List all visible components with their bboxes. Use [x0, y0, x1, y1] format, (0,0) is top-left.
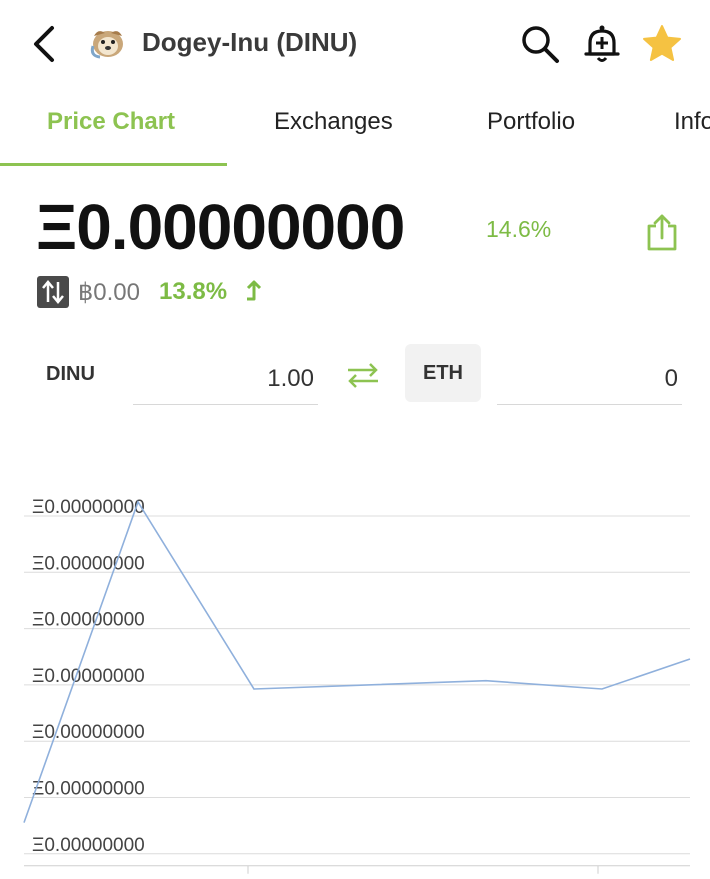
tab-exchanges[interactable]: Exchanges: [274, 108, 393, 136]
to-currency-label: ETH: [423, 362, 463, 384]
y-tick-label: Ξ0.00000000: [32, 497, 145, 518]
currency-toggle-button[interactable]: [37, 276, 69, 308]
y-tick-label: Ξ0.00000000: [32, 835, 145, 856]
trend-up-icon: [244, 279, 262, 303]
y-tick-label: Ξ0.00000000: [32, 610, 145, 631]
search-button[interactable]: [518, 22, 562, 66]
to-currency-selector[interactable]: ETH: [405, 344, 481, 402]
share-button[interactable]: [644, 212, 680, 252]
tab-portfolio[interactable]: Portfolio: [487, 108, 575, 136]
price-change-percent: 14.6%: [486, 216, 552, 242]
y-tick-label: Ξ0.00000000: [32, 722, 145, 743]
back-button[interactable]: [26, 22, 66, 66]
from-amount-input[interactable]: [133, 360, 318, 405]
chevron-left-icon: [34, 26, 54, 62]
bell-plus-icon: [584, 25, 620, 62]
y-tick-label: Ξ0.00000000: [32, 553, 145, 574]
tab-info[interactable]: Info: [674, 108, 710, 136]
swap-horizontal-icon: [348, 363, 378, 388]
search-icon: [522, 26, 559, 63]
current-price: Ξ0.00000000: [36, 191, 405, 263]
share-icon: [647, 214, 677, 251]
add-alert-button[interactable]: [580, 22, 624, 66]
star-icon: [643, 25, 681, 61]
active-tab-indicator: [0, 163, 227, 166]
price-series-line: [23, 500, 691, 823]
coin-logo: [88, 26, 128, 60]
tab-price-chart[interactable]: Price Chart: [47, 108, 175, 136]
to-amount-input[interactable]: [497, 360, 682, 405]
from-currency-label: DINU: [46, 363, 95, 385]
swap-vertical-icon: [42, 280, 64, 304]
swap-conversion-button[interactable]: [344, 360, 382, 390]
y-tick-label: Ξ0.00000000: [32, 666, 145, 687]
favorite-button[interactable]: [640, 22, 684, 66]
btc-price: ฿0.00: [78, 279, 140, 306]
price-line-chart[interactable]: Ξ0.00000000 Ξ0.00000000 Ξ0.00000000 Ξ0.0000…: [0, 480, 710, 879]
page-title: Dogey-Inu (DINU): [142, 27, 358, 57]
btc-change-percent: 13.8%: [159, 278, 228, 305]
y-tick-label: Ξ0.00000000: [32, 779, 145, 800]
